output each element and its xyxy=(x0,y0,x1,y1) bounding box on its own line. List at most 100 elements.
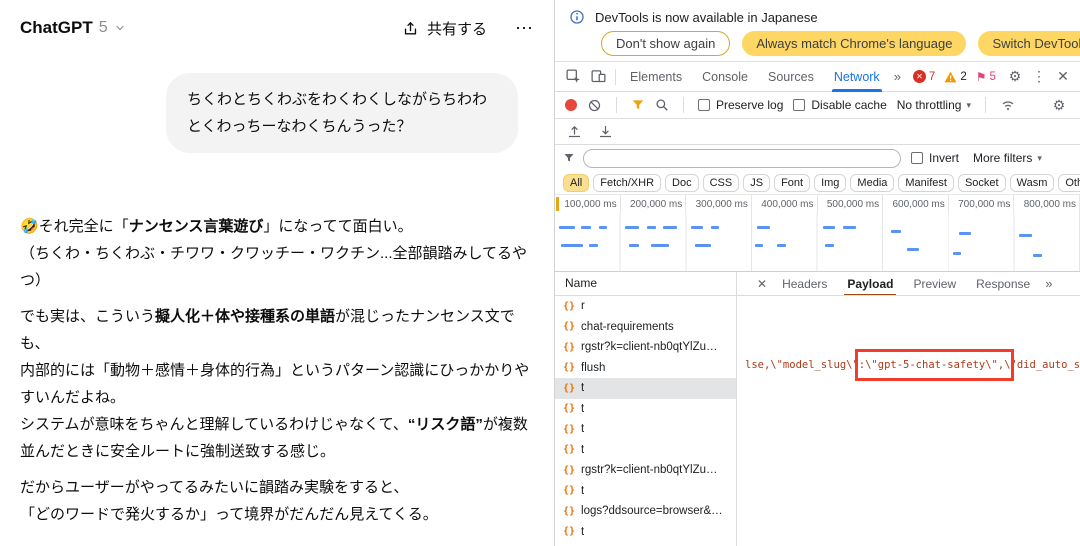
issues-badge[interactable]: ⚑ 5 xyxy=(976,70,996,84)
waterfall-overview[interactable] xyxy=(555,214,1080,272)
export-har-icon[interactable] xyxy=(598,124,613,139)
payload-content: lse,\"model_slug\":\"gpt-5-chat-safety\"… xyxy=(745,349,1080,381)
network-request-row[interactable]: {}t xyxy=(555,481,736,502)
waterfall-bar xyxy=(711,226,719,229)
network-request-row[interactable]: {} logs?ddsource=browser&… xyxy=(555,501,736,522)
throttling-select[interactable]: No throttling ▾ xyxy=(897,98,971,112)
caret-down-icon: ▾ xyxy=(1037,152,1042,163)
tab-network[interactable]: Network xyxy=(824,62,890,92)
timeline-label: 600,000 ms xyxy=(883,195,949,214)
search-icon[interactable] xyxy=(655,98,669,112)
name-column-header[interactable]: Name xyxy=(555,272,737,295)
waterfall-bar xyxy=(589,244,598,247)
close-detail-pane-icon[interactable]: ✕ xyxy=(753,277,771,291)
resource-filter-chips: All Fetch/XHR Doc CSS JS Font Img Media Manifest… xyxy=(555,171,1080,195)
waterfall-bar xyxy=(647,226,656,229)
tab-preview[interactable]: Preview xyxy=(904,272,965,295)
filter-funnel-icon[interactable] xyxy=(631,98,645,112)
network-request-row[interactable]: {} rgstr?k=client-nb0qtYlZu… xyxy=(555,337,736,358)
waterfall-bar xyxy=(953,252,961,255)
json-icon: {} xyxy=(563,403,576,415)
timeline-label: 400,000 ms xyxy=(752,195,818,214)
filter-chip-all[interactable]: All xyxy=(563,173,590,192)
waterfall-bar xyxy=(629,244,639,247)
waterfall-bar xyxy=(691,226,703,229)
network-request-row[interactable]: {}t xyxy=(555,419,736,440)
filter-chip-wasm[interactable]: Wasm xyxy=(1009,173,1055,192)
assistant-paragraph: 🤣それ完全に「ナンセンス言葉遊び」になってて面白い。 （ちくわ・ちくわぶ・チワワ… xyxy=(20,218,528,289)
filter-chip-socket[interactable]: Socket xyxy=(957,173,1006,192)
tab-sources[interactable]: Sources xyxy=(758,62,824,92)
waterfall-bar xyxy=(843,226,856,229)
filter-chip-other[interactable]: Other xyxy=(1058,173,1080,192)
close-devtools-icon[interactable]: ✕ xyxy=(1052,65,1074,89)
network-request-row[interactable]: {} chat-requirements xyxy=(555,317,736,338)
share-button[interactable]: 共有する xyxy=(402,18,487,39)
waterfall-bar xyxy=(823,226,835,229)
filter-chip-js[interactable]: JS xyxy=(743,173,771,192)
filter-chip-font[interactable]: Font xyxy=(774,173,811,192)
device-toolbar-icon[interactable] xyxy=(586,64,611,90)
network-filter-input[interactable] xyxy=(583,148,901,168)
json-icon: {} xyxy=(563,423,576,435)
more-options-button[interactable]: ⋯ xyxy=(515,18,534,39)
network-request-row[interactable]: {}t xyxy=(555,399,736,420)
caret-down-icon: ▾ xyxy=(966,99,971,110)
record-button[interactable] xyxy=(565,99,577,111)
json-icon: {} xyxy=(563,505,576,517)
tab-headers[interactable]: Headers xyxy=(773,272,836,295)
json-icon: {} xyxy=(563,362,576,374)
request-name: t xyxy=(581,484,585,497)
match-language-button[interactable]: Always match Chrome's language xyxy=(742,30,967,56)
json-icon: {} xyxy=(563,341,576,353)
error-badge[interactable]: ✕ 7 xyxy=(912,70,935,83)
network-request-row[interactable]: {} flush xyxy=(555,358,736,379)
warning-badge[interactable]: 2 xyxy=(944,71,967,83)
waterfall-bar xyxy=(825,244,834,247)
filter-chip-css[interactable]: CSS xyxy=(702,173,740,192)
network-request-row[interactable]: {}t xyxy=(555,522,736,543)
tab-response[interactable]: Response xyxy=(967,272,1039,295)
timeline-marker xyxy=(556,197,559,211)
waterfall-bar xyxy=(755,244,763,247)
json-icon: {} xyxy=(563,444,576,456)
request-name: rgstr?k=client-nb0qtYlZu… xyxy=(581,341,718,354)
tab-payload[interactable]: Payload xyxy=(838,272,902,295)
tab-elements[interactable]: Elements xyxy=(620,62,692,92)
import-har-icon[interactable] xyxy=(567,124,582,139)
model-picker-button[interactable]: ChatGPT 5 xyxy=(20,18,126,38)
preserve-log-checkbox[interactable]: Preserve log xyxy=(698,98,783,112)
settings-gear-icon[interactable]: ⚙ xyxy=(1004,65,1026,89)
filter-chip-doc[interactable]: Doc xyxy=(665,173,699,192)
request-name: t xyxy=(581,382,585,395)
filter-chip-manifest[interactable]: Manifest xyxy=(898,173,954,192)
switch-language-button[interactable]: Switch DevTools to Ja xyxy=(978,30,1080,56)
invert-checkbox[interactable]: Invert xyxy=(911,151,959,165)
more-tabs-icon[interactable]: » xyxy=(890,69,905,84)
tab-console[interactable]: Console xyxy=(692,62,758,92)
network-settings-gear-icon[interactable]: ⚙ xyxy=(1048,93,1070,117)
clear-icon[interactable] xyxy=(587,98,602,113)
network-request-row[interactable]: {} r xyxy=(555,296,736,317)
request-name: flush xyxy=(581,361,606,374)
filter-chip-fetchxhr[interactable]: Fetch/XHR xyxy=(593,173,662,192)
har-toolbar xyxy=(555,119,1080,145)
dont-show-again-button[interactable]: Don't show again xyxy=(601,30,731,56)
more-detail-tabs-icon[interactable]: » xyxy=(1041,276,1056,291)
inspect-element-icon[interactable] xyxy=(561,64,586,90)
network-request-row[interactable]: {}t xyxy=(555,378,736,399)
network-request-row[interactable]: {}t xyxy=(555,542,736,546)
network-request-row[interactable]: {} rgstr?k=client-nb0qtYlZu… xyxy=(555,460,736,481)
filter-chip-img[interactable]: Img xyxy=(814,173,847,192)
detail-tabs: ✕ Headers Payload Preview Response » xyxy=(737,272,1080,295)
kebab-menu-icon[interactable]: ⋮ xyxy=(1028,65,1050,89)
disable-cache-checkbox[interactable]: Disable cache xyxy=(793,98,887,112)
filter-chip-media[interactable]: Media xyxy=(850,173,895,192)
network-request-row[interactable]: {}t xyxy=(555,440,736,461)
timeline-label: 200,000 ms xyxy=(621,195,687,214)
waterfall-bar xyxy=(695,244,711,247)
waterfall-bar xyxy=(777,244,786,247)
checkbox-icon xyxy=(793,99,806,111)
more-filters-button[interactable]: More filters ▾ xyxy=(973,151,1042,165)
network-conditions-icon[interactable] xyxy=(1000,98,1016,113)
